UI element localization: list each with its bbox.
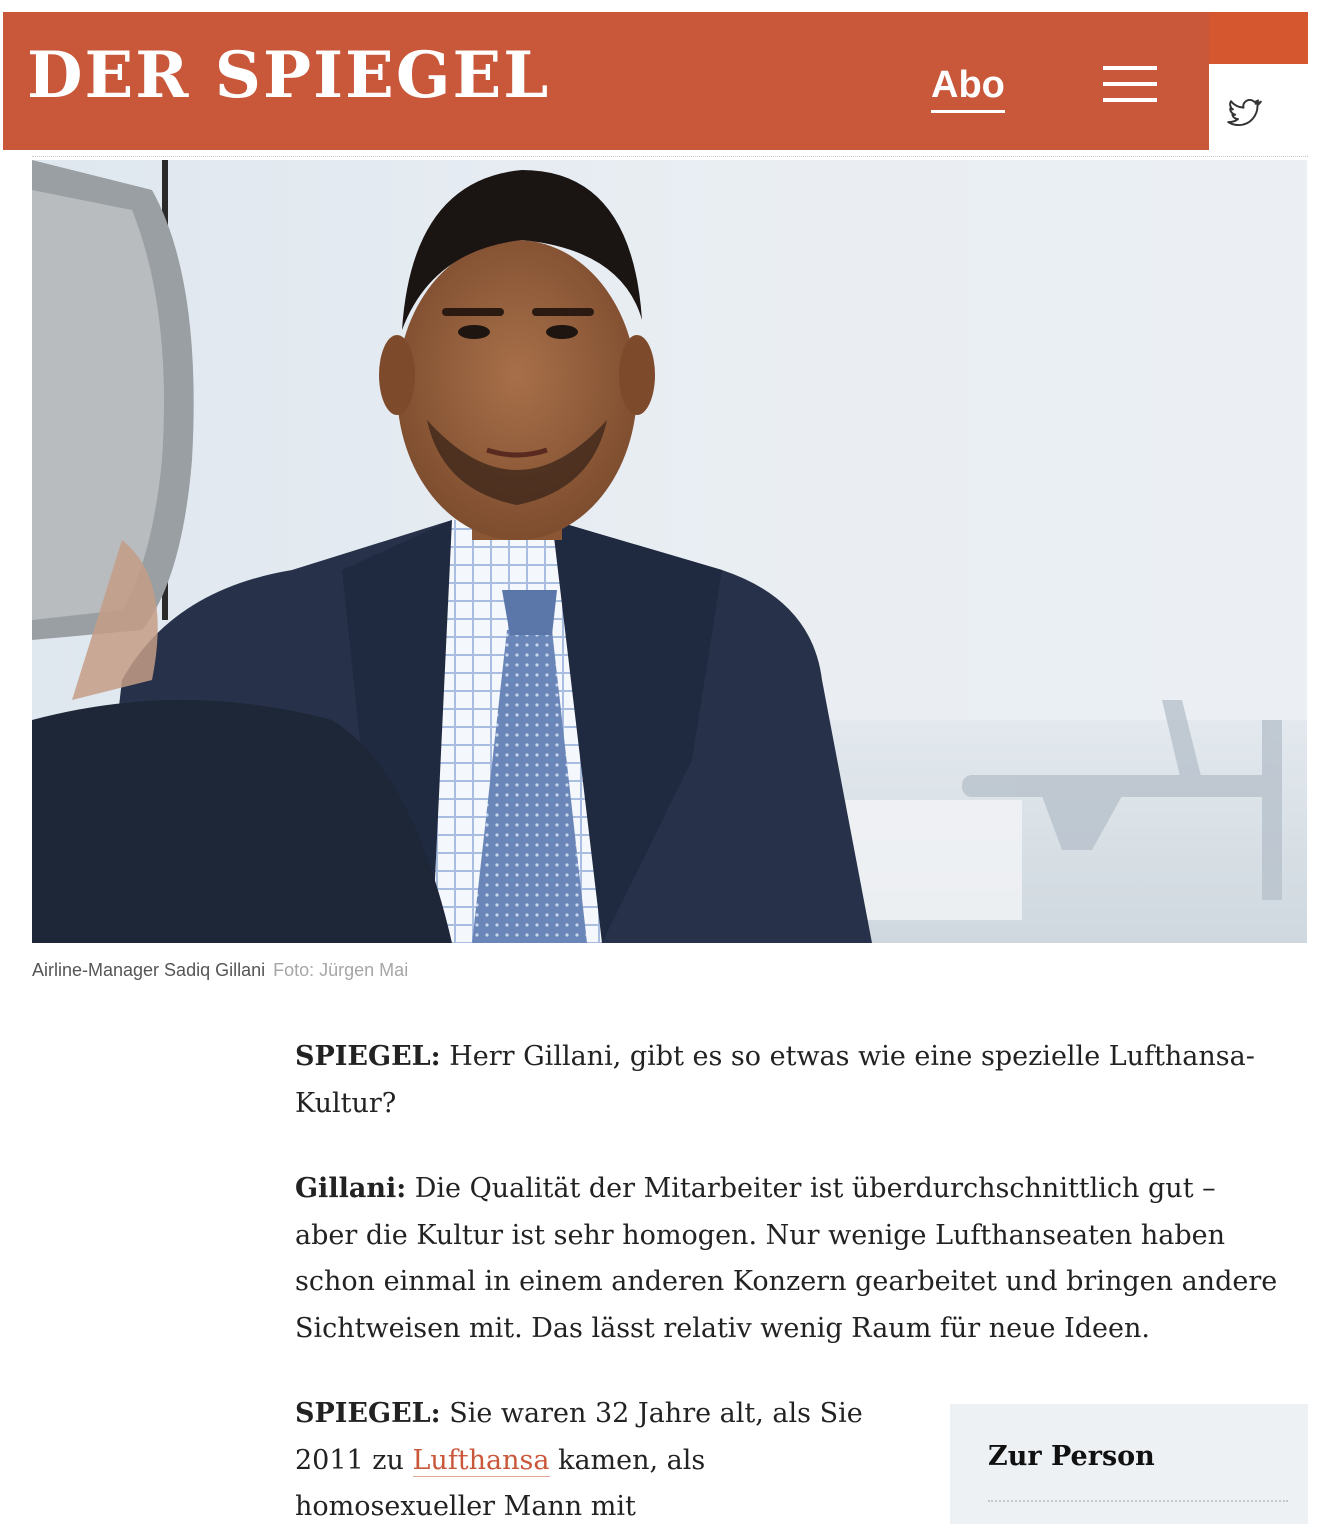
twitter-icon[interactable] [1226,94,1262,130]
caption-text: Airline-Manager Sadiq Gillani [32,960,266,980]
site-header: DER SPIEGEL Abo [3,12,1209,150]
question-2: SPIEGEL: Sie waren 32 Jahre alt, als Sie… [295,1398,863,1522]
speaker-label: SPIEGEL: [295,1398,441,1429]
image-caption: Airline-Manager Sadiq Gillani Foto: Jürge… [32,956,408,984]
box-divider [988,1500,1288,1502]
spiegel-logo[interactable]: DER SPIEGEL [27,40,550,112]
speaker-label: SPIEGEL: [295,1041,441,1072]
abo-link[interactable]: Abo [931,62,1005,113]
speaker-label: Gillani: [295,1173,407,1204]
hamburger-menu-icon[interactable] [1103,64,1159,104]
zur-person-box[interactable]: Zur Person [950,1404,1308,1524]
question-1: SPIEGEL: Herr Gillani, gibt es so etwas … [295,1041,1255,1119]
answer-1: Gillani: Die Qualität der Mitarbeiter is… [295,1173,1278,1344]
header-divider [32,156,1308,157]
lufthansa-link[interactable]: Lufthansa [412,1444,550,1477]
zur-person-title: Zur Person [988,1441,1155,1472]
hero-image[interactable] [32,160,1307,943]
header-accent-tab [1209,12,1308,64]
photo-credit: Foto: Jürgen Mai [273,960,409,980]
